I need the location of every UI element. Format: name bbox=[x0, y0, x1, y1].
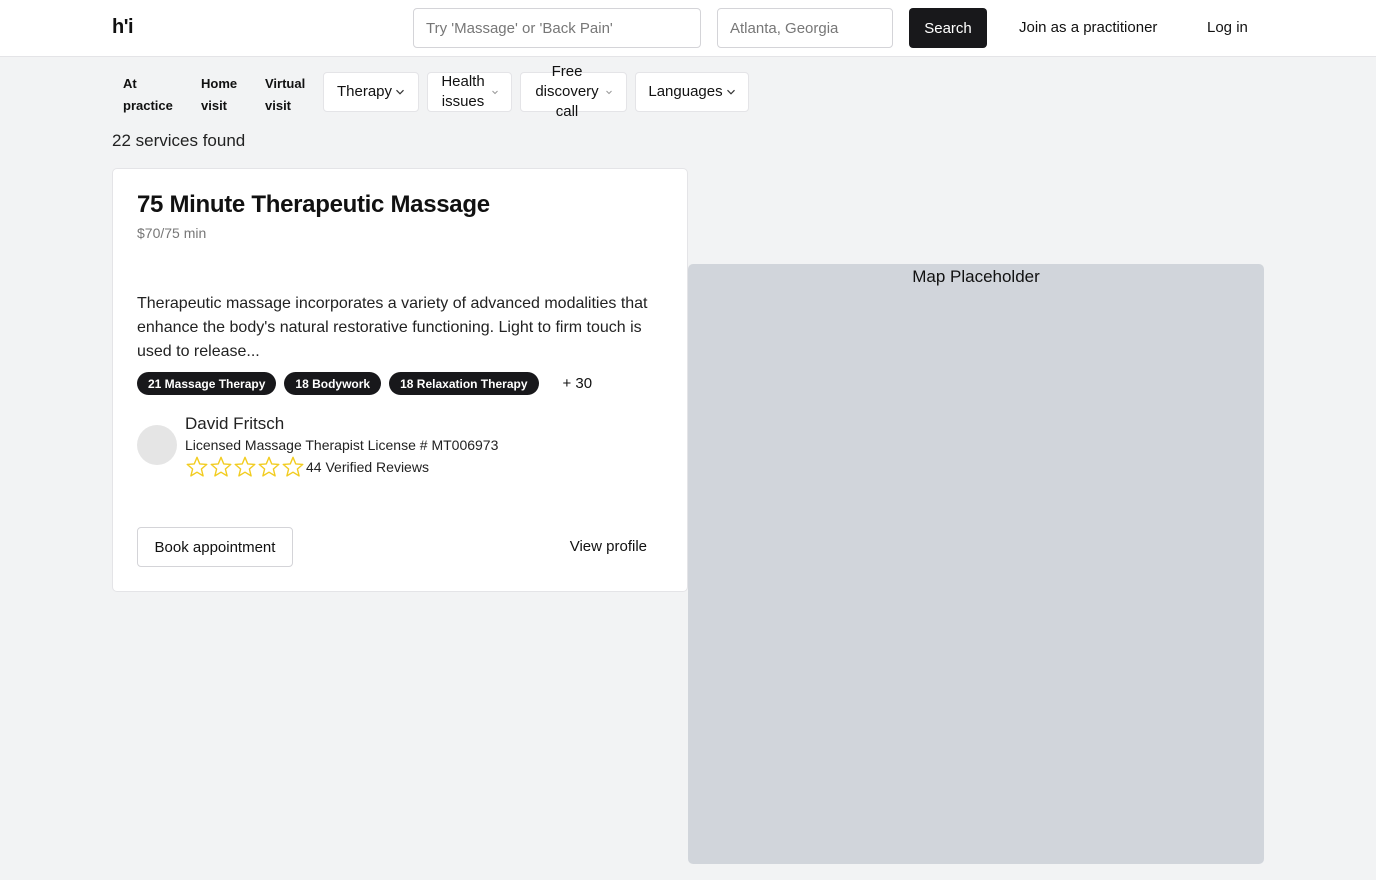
join-practitioner-link[interactable]: Join as a practitioner bbox=[1019, 19, 1157, 36]
star-icon bbox=[258, 456, 280, 477]
service-title[interactable]: 75 Minute Therapeutic Massage bbox=[137, 191, 490, 219]
map-placeholder-label: Map Placeholder bbox=[912, 267, 1040, 286]
practitioner-name[interactable]: David Fritsch bbox=[185, 414, 284, 434]
practitioner-license: Licensed Massage Therapist License # MT0… bbox=[185, 437, 499, 453]
languages-dropdown[interactable]: Languages bbox=[635, 72, 749, 112]
chevron-down-icon bbox=[490, 87, 500, 97]
review-count[interactable]: 44 Verified Reviews bbox=[306, 459, 429, 475]
chevron-down-icon bbox=[604, 87, 614, 97]
free-discovery-call-dropdown[interactable]: Free discovery call bbox=[520, 63, 627, 120]
therapy-dropdown-label: Therapy bbox=[336, 83, 393, 100]
filter-at-practice[interactable]: At practice bbox=[123, 73, 175, 117]
health-issues-dropdown-label: Health issues bbox=[441, 73, 485, 110]
chevron-down-icon bbox=[726, 87, 736, 97]
top-header: h'i Search Join as a practitioner Log in bbox=[0, 0, 1376, 57]
service-description: Therapeutic massage incorporates a varie… bbox=[137, 295, 648, 360]
login-link[interactable]: Log in bbox=[1207, 19, 1248, 36]
book-appointment-button[interactable]: Book appointment bbox=[137, 527, 293, 567]
filter-virtual-visit[interactable]: Virtual visit bbox=[265, 73, 309, 117]
search-input[interactable] bbox=[413, 8, 701, 48]
star-icon bbox=[282, 456, 304, 477]
tag-relaxation-therapy[interactable]: 18 Relaxation Therapy bbox=[389, 372, 539, 395]
service-price: $70/75 min bbox=[137, 225, 207, 241]
star-icon bbox=[210, 456, 232, 477]
star-icon bbox=[186, 456, 208, 477]
search-button[interactable]: Search bbox=[909, 8, 987, 48]
avatar bbox=[137, 425, 177, 465]
tag-bodywork[interactable]: 18 Bodywork bbox=[284, 372, 382, 395]
free-discovery-call-dropdown-label: Free discovery call bbox=[535, 63, 599, 120]
site-logo[interactable]: h'i bbox=[112, 16, 134, 39]
map-panel[interactable]: Map Placeholder bbox=[688, 264, 1264, 864]
chevron-down-icon bbox=[395, 87, 405, 97]
tag-list: 21 Massage Therapy 18 Bodywork 18 Relaxa… bbox=[137, 372, 592, 395]
location-input[interactable] bbox=[717, 8, 893, 48]
filter-home-visit[interactable]: Home visit bbox=[201, 73, 243, 117]
more-tags[interactable]: + 30 bbox=[563, 375, 593, 392]
results-count: 22 services found bbox=[112, 131, 246, 150]
health-issues-dropdown[interactable]: Health issues bbox=[427, 72, 512, 112]
view-profile-link[interactable]: View profile bbox=[570, 538, 647, 555]
star-icon bbox=[234, 456, 256, 477]
service-card: 75 Minute Therapeutic Massage $70/75 min… bbox=[112, 168, 688, 592]
rating: 44 Verified Reviews bbox=[185, 455, 429, 479]
languages-dropdown-label: Languages bbox=[648, 83, 723, 100]
therapy-dropdown[interactable]: Therapy bbox=[323, 72, 419, 112]
tag-massage-therapy[interactable]: 21 Massage Therapy bbox=[137, 372, 277, 395]
